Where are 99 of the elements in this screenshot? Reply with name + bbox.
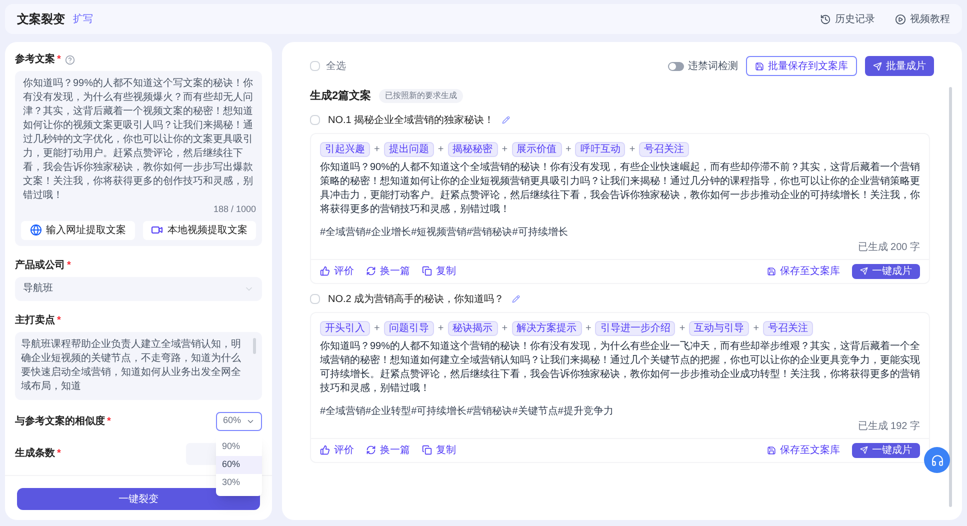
required-mark: * (67, 258, 71, 272)
hashtags: #全域营销#企业增长#短视频营销#营销秘诀#可持续增长 (320, 226, 569, 240)
result-checkbox[interactable] (310, 115, 320, 125)
play-icon (895, 14, 906, 24)
word-count: 已生成 200 字 (856, 240, 920, 254)
plus-sign: + (629, 142, 636, 156)
structure-tag: 引导进一步介绍 (595, 320, 676, 336)
plus-sign: + (374, 142, 380, 156)
send-icon (873, 62, 882, 70)
toggle-switch[interactable] (668, 62, 684, 70)
char-counter: 188 / 1000 (212, 203, 256, 216)
pencil-icon[interactable] (512, 295, 520, 303)
plus-sign: + (438, 322, 444, 336)
make-video-button[interactable]: 一键成片 (852, 442, 920, 458)
thumbs-up-icon (320, 445, 330, 455)
select-all-label: 全选 (326, 60, 346, 74)
action-link[interactable]: 评价 (320, 264, 354, 278)
plus-sign: + (753, 322, 760, 336)
required-mark: * (57, 53, 61, 67)
plus-sign: + (679, 322, 686, 336)
header-link[interactable]: 视频教程 (895, 12, 950, 26)
plus-sign: + (586, 322, 592, 336)
product-select[interactable]: 导航班 (15, 276, 262, 300)
section-tag: 已按照新的要求生成 (379, 89, 464, 104)
page-title: 文案裂变 (17, 11, 65, 28)
action-link[interactable]: 复制 (422, 442, 456, 458)
headset-icon (930, 454, 944, 466)
save-link[interactable]: 保存至文案库 (767, 442, 840, 458)
field-label: 主打卖点 (15, 313, 55, 328)
send-icon (860, 446, 868, 454)
structure-tag: 开头引入 (320, 320, 370, 336)
scrollbar (253, 338, 256, 354)
refresh-icon (366, 266, 376, 276)
clock-icon (820, 14, 831, 24)
send-icon (860, 267, 868, 275)
extract-button[interactable]: 本地视频提取文案 (142, 220, 256, 240)
structure-tag: 解决方案提示 (512, 320, 582, 336)
plus-sign: + (502, 142, 508, 156)
structure-tag: 问题引导 (384, 320, 434, 336)
reference-text: 你知道吗？99%的人都不知道这个写文案的秘诀！你有没有发现，为什么有些视频爆火？而有些却无人问津？其实，这背后藏着一个视频文案的秘密！想知道如何让你的视频文案更吸引人吗？让我们来揭秘！通过几秒钟的文字优化，你也可以让你的文案更具吸引力，更能打动用户。赶紧点赞评论，然后继续往下看，我会告诉你独家秘诀，教你如何一步步写出爆款文案！关注我，你将获得更多的创作技巧和灵感，别错过哦！ (22, 77, 254, 203)
word-count: 已生成 192 字 (856, 420, 920, 434)
result-text: 你知道吗？99%的人都不知道这个营销的秘诀！你有没有发现，为什么有些企业一飞冲天，而有些却举步维艰？其实，这背后藏着一个全域营销的秘密！想知道如何建立全域营销认知吗？让我们来揭秘！通过几个关键节点的把握，你也可以让你的企业更具竞争力，更能实现可持续增长。赶紧点赞评论，然后继续往下看，我会告诉你独家秘诀，教你如何一步步推动企业成功转型！关注我，你将获得更多的营销技巧和灵感，别错过哦！ (320, 340, 920, 396)
structure-tag: 号召关注 (639, 142, 690, 156)
save-link[interactable]: 保存至文案库 (767, 264, 840, 278)
dropdown-option[interactable]: 90% (216, 438, 262, 456)
help-icon (64, 54, 75, 64)
make-video-button[interactable]: 一键成片 (852, 264, 920, 278)
header-link[interactable]: 历史记录 (820, 12, 875, 26)
structure-tag: 呼吁互动 (575, 142, 626, 156)
result-text: 你知道吗？90%的人都不知道这个全域营销的秘诀！你有没有发现，有些企业快速崛起，而有些却停滞不前？其实，这背后藏着一个营销策略的秘密！想知道如何让你的企业短视频营销更具吸引力吗？让我们来揭秘！通过几分钟的课程指导，你也可以让你的企业营销策略更具冲击力，更能打动客户。赶紧点赞评论，然后继续往下看，我会告诉你独家秘诀，教你如何一步步推动企业的可持续增长！关注我，你将获得更多的营销技巧和灵感，别错过哦！ (320, 160, 920, 216)
plus-sign: + (374, 322, 380, 336)
similarity-select[interactable]: 60% (216, 412, 262, 430)
refresh-icon (366, 445, 376, 455)
plus-sign: + (566, 142, 572, 156)
field-label: 生成条数 (15, 446, 55, 461)
structure-tag: 提出问题 (384, 142, 434, 156)
reference-text-area[interactable] (15, 71, 262, 246)
action-link[interactable]: 换一篇 (366, 442, 410, 458)
save-icon (767, 446, 776, 454)
copy-icon (422, 445, 432, 455)
pencil-icon[interactable] (502, 116, 510, 124)
globe-icon (30, 224, 42, 236)
action-link[interactable]: 评价 (320, 442, 354, 458)
structure-tag: 揭秘秘密 (448, 142, 498, 156)
toggle-label: 违禁词检测 (688, 60, 738, 74)
structure-tag: 秘诀揭示 (448, 320, 498, 336)
video-icon (151, 224, 164, 236)
save-all-button[interactable]: 批量保存到文案库 (746, 56, 857, 76)
plus-sign: + (438, 142, 444, 156)
structure-tag: 展示价值 (512, 142, 562, 156)
required-mark: * (57, 447, 61, 461)
structure-tag: 引起兴趣 (320, 142, 370, 156)
thumbs-up-icon (320, 266, 330, 276)
submit-button[interactable]: 一键裂变 (17, 488, 260, 510)
action-link[interactable]: 换一篇 (366, 264, 410, 278)
hashtags: #全域营销#企业转型#可持续增长#营销秘诀#关键节点#提升竞争力 (320, 404, 614, 418)
result-title: NO.1 揭秘企业全域营销的独家秘诀！ (328, 114, 494, 128)
structure-tag: 号召关注 (763, 320, 814, 336)
copy-icon (422, 266, 432, 276)
save-icon (755, 62, 764, 70)
structure-tag: 互动与引导 (689, 320, 750, 336)
extract-button[interactable]: 输入网址提取文案 (21, 220, 134, 240)
selling-points-area[interactable]: 导航班课程帮助企业负责人建立全域营销认知，明确企业短视频的关键节点，不走弯路，知道为什么要快速启动全域营销，知道如何从业务出发全网全域布局，知道 (15, 332, 262, 400)
dropdown-option[interactable]: 60% (216, 456, 262, 474)
save-icon (767, 266, 776, 276)
field-label: 参考文案 (15, 52, 55, 67)
field-label: 产品或公司 (15, 258, 65, 272)
batch-button[interactable]: 批量成片 (865, 56, 934, 76)
required-mark: * (107, 414, 111, 428)
select-all-checkbox[interactable] (310, 61, 320, 71)
result-title: NO.2 成为营销高手的秘诀，你知道吗？ (328, 292, 504, 306)
mode-label: 扩写 (73, 12, 93, 26)
section-title: 生成2篇文案 (310, 88, 372, 104)
plus-sign: + (502, 322, 508, 336)
required-mark: * (57, 314, 61, 328)
selling-points-text: 导航班课程帮助企业负责人建立全域营销认知，明确企业短视频的关键节点，不走弯路，知道为什么要快速启动全域营销，知道如何从业务出发全网全域布局，知道 (21, 338, 242, 394)
result-checkbox[interactable] (310, 294, 320, 304)
action-link[interactable]: 复制 (422, 264, 456, 278)
field-label: 与参考文案的相似度 (15, 414, 105, 428)
